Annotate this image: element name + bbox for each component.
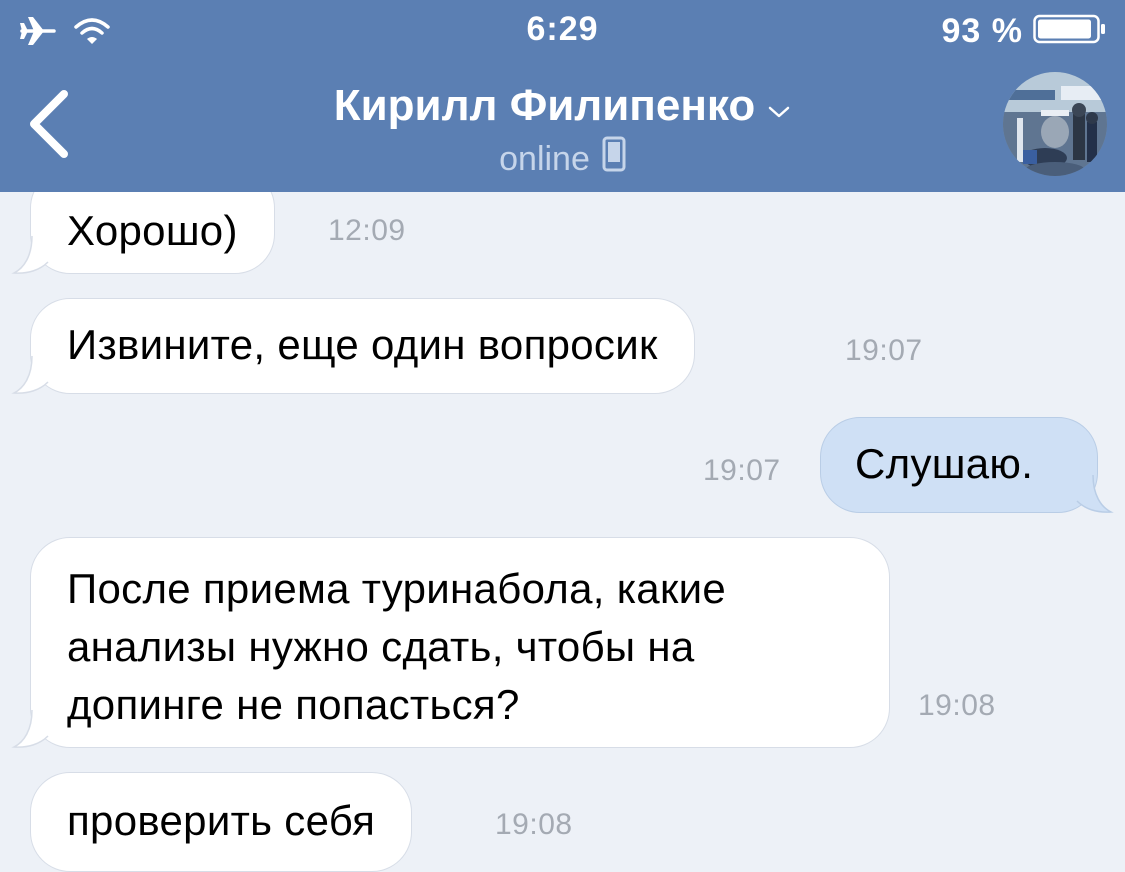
chevron-down-icon	[767, 80, 791, 132]
bubble-tail	[11, 710, 49, 748]
message-timestamp: 12:09	[328, 214, 406, 247]
message-text: проверить себя	[67, 797, 376, 844]
contact-title-button[interactable]: Кирилл Филипенко online	[240, 80, 885, 181]
contact-avatar[interactable]	[1003, 72, 1107, 176]
message-text: Хорошо)	[67, 207, 238, 254]
message-timestamp: 19:07	[845, 334, 923, 367]
message-text-line: анализы нужно сдать, чтобы на	[67, 623, 695, 670]
bubble-tail	[11, 356, 49, 394]
message-bubble[interactable]: Извините, еще один вопросик	[30, 298, 695, 394]
message-text: Слушаю.	[855, 440, 1034, 487]
mobile-phone-icon	[602, 136, 626, 181]
battery-icon	[1033, 13, 1107, 50]
back-chevron-icon	[26, 89, 70, 163]
back-button[interactable]	[18, 88, 78, 164]
contact-name: Кирилл Филипенко	[333, 81, 756, 130]
message-timestamp: 19:07	[703, 454, 781, 487]
online-status: online	[499, 139, 590, 178]
message-bubble[interactable]: Слушаю.	[820, 417, 1098, 513]
message-timestamp: 19:08	[495, 808, 573, 841]
avatar-photo	[1003, 72, 1107, 176]
message-timestamp: 19:08	[918, 689, 996, 722]
bubble-tail	[1076, 475, 1114, 513]
message-bubble[interactable]: После приема туринабола, какие анализы н…	[30, 537, 890, 748]
bubble-tail	[11, 236, 49, 274]
chat-header: 6:29 93 % Кирилл Филипенко online	[0, 0, 1125, 192]
message-bubble[interactable]: проверить себя	[30, 772, 413, 872]
battery-status: 93 %	[942, 12, 1108, 51]
message-text-line: После приема туринабола, какие	[67, 565, 727, 612]
battery-percent: 93 %	[941, 12, 1023, 50]
message-text-line: допинге не попасться?	[67, 681, 520, 728]
message-text: Извините, еще один вопросик	[67, 321, 658, 368]
